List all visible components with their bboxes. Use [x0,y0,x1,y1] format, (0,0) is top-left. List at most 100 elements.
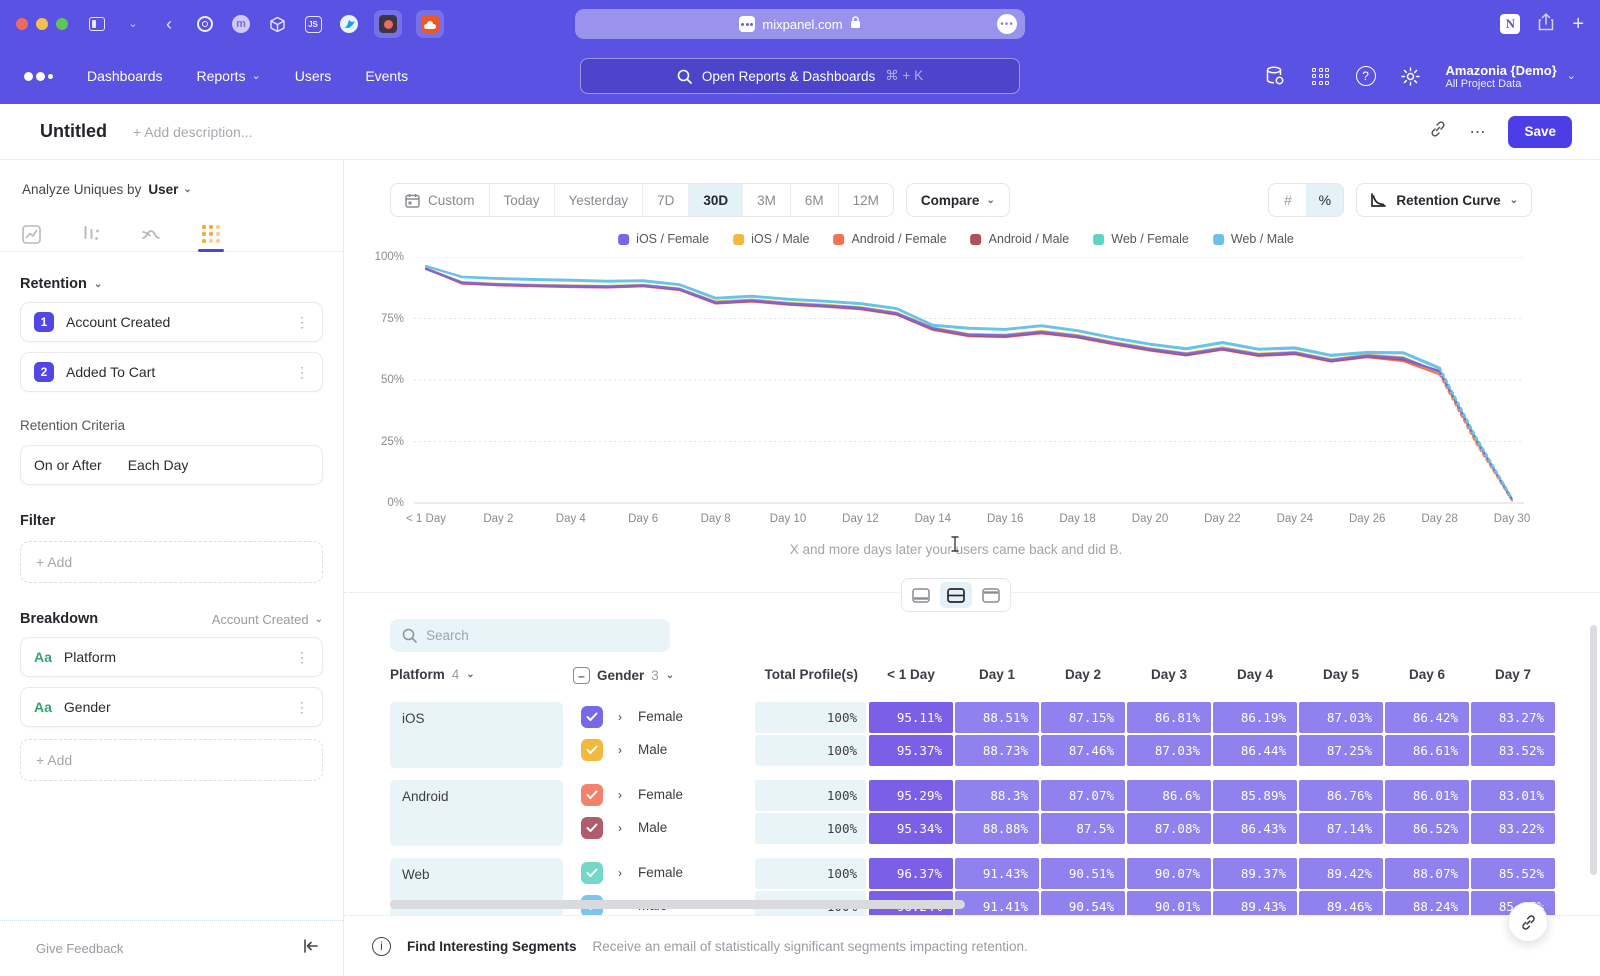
day-column-header[interactable]: < 1 Day [887,667,935,682]
cube-extension-icon[interactable] [266,13,288,35]
address-bar[interactable]: mixpanel.com ••• [575,9,1025,39]
retention-value-cell[interactable]: 86.43% [1213,813,1297,844]
kebab-menu-icon[interactable]: ⋮ [295,314,309,331]
retention-value-cell[interactable]: 95.34% [869,813,953,844]
retention-criteria-card[interactable]: On or After Each Day [20,445,323,485]
series-line-android-female[interactable] [426,269,1440,375]
series-checkbox-ios-female[interactable] [581,706,603,728]
range-today[interactable]: Today [490,184,555,216]
minimize-window-button[interactable] [36,18,48,30]
chevron-down-icon[interactable]: ⌄ [122,13,144,35]
apps-grid-icon[interactable] [1310,65,1332,87]
breakdown-card-gender[interactable]: AaGender⋮ [20,687,323,727]
retention-value-cell[interactable]: 83.52% [1471,735,1555,766]
retention-value-cell[interactable]: 88.73% [955,735,1039,766]
legend-item[interactable]: Android / Female [833,232,946,246]
sidebar-toggle-icon[interactable] [86,13,108,35]
nav-item-dashboards[interactable]: Dashboards [87,68,163,84]
kebab-menu-icon[interactable]: ⋮ [295,364,309,381]
retention-value-cell[interactable]: 86.61% [1385,735,1469,766]
horizontal-scrollbar[interactable] [390,900,965,909]
day-column-header[interactable]: Day 5 [1323,667,1359,682]
retention-value-cell[interactable]: 90.07% [1127,858,1211,889]
retention-value-cell[interactable]: 89.46% [1299,891,1383,915]
data-management-icon[interactable] [1264,65,1286,87]
range-3m[interactable]: 3M [743,184,791,216]
range-6m[interactable]: 6M [791,184,839,216]
retention-value-cell[interactable]: 86.01% [1385,780,1469,811]
legend-item[interactable]: Web / Female [1093,232,1189,246]
vertical-scrollbar[interactable] [1590,625,1597,875]
retention-value-cell[interactable]: 87.46% [1041,735,1125,766]
recorder-extension-icon[interactable] [374,10,402,38]
retention-value-cell[interactable]: 88.07% [1385,858,1469,889]
series-line-web-male[interactable] [1440,368,1512,498]
retention-value-cell[interactable]: 86.52% [1385,813,1469,844]
day-column-header[interactable]: Day 2 [1065,667,1101,682]
expand-chevron-icon[interactable]: › [618,743,622,757]
report-title[interactable]: Untitled [40,121,107,142]
tab-funnels[interactable] [74,217,108,251]
retention-value-cell[interactable]: 95.11% [869,702,953,733]
legend-item[interactable]: iOS / Male [733,232,809,246]
table-search-input[interactable]: Search [390,619,670,652]
gender-column-header[interactable]: – Gender 3 ⌄ [573,667,674,684]
retention-value-cell[interactable]: 88.51% [955,702,1039,733]
close-window-button[interactable] [16,18,28,30]
retention-value-cell[interactable]: 87.25% [1299,735,1383,766]
retention-value-cell[interactable]: 91.43% [955,858,1039,889]
copy-link-icon[interactable] [1429,120,1447,143]
retention-value-cell[interactable]: 87.03% [1299,702,1383,733]
percent-toggle-button[interactable]: % [1306,184,1343,216]
retention-value-cell[interactable]: 87.15% [1041,702,1125,733]
day-column-header[interactable]: Day 4 [1237,667,1273,682]
window-controls[interactable] [16,18,68,30]
legend-item[interactable]: iOS / Female [618,232,709,246]
tab-insights[interactable] [14,217,48,251]
new-tab-icon[interactable]: + [1572,13,1584,36]
add-filter-button[interactable]: + Add [20,541,323,583]
retention-value-cell[interactable]: 87.07% [1041,780,1125,811]
retention-value-cell[interactable]: 89.42% [1299,858,1383,889]
expand-chevron-icon[interactable]: › [618,788,622,802]
day-column-header[interactable]: Day 6 [1409,667,1445,682]
collapse-sidebar-icon[interactable] [303,939,319,958]
retention-value-cell[interactable]: 86.44% [1213,735,1297,766]
retention-value-cell[interactable]: 90.54% [1041,891,1125,915]
retention-step-card[interactable]: 1Account Created⋮ [20,302,323,342]
expand-chevron-icon[interactable]: › [618,710,622,724]
range-12m[interactable]: 12M [839,184,893,216]
share-icon[interactable] [1538,13,1554,36]
expand-chevron-icon[interactable]: › [618,821,622,835]
m-avatar-extension-icon[interactable]: m [230,13,252,35]
retention-value-cell[interactable]: 87.14% [1299,813,1383,844]
series-line-android-male[interactable] [426,269,1440,372]
layout-split-button[interactable] [940,582,972,608]
more-options-icon[interactable]: ⋯ [1469,122,1486,142]
soundcloud-extension-icon[interactable] [416,10,444,38]
help-icon[interactable]: ? [1356,66,1376,86]
share-link-fab[interactable] [1508,902,1548,942]
global-search-input[interactable]: Open Reports & Dashboards ⌘ + K [580,58,1020,94]
retention-value-cell[interactable]: 86.6% [1127,780,1211,811]
nav-item-users[interactable]: Users [295,68,332,84]
back-icon[interactable]: ‹ [158,13,180,35]
day-column-header[interactable]: Day 7 [1495,667,1531,682]
series-line-ios-male[interactable] [426,268,1440,372]
retention-value-cell[interactable]: 88.88% [955,813,1039,844]
layout-table-only-button[interactable] [975,582,1007,608]
tab-retention[interactable] [194,217,228,251]
legend-item[interactable]: Web / Male [1213,232,1294,246]
page-menu-icon[interactable]: ••• [997,14,1017,34]
analyze-entity-selector[interactable]: User ⌄ [148,182,191,197]
mixpanel-logo[interactable] [24,72,53,81]
kebab-menu-icon[interactable]: ⋮ [295,649,309,666]
breakdown-card-platform[interactable]: AaPlatform⋮ [20,637,323,677]
settings-gear-icon[interactable] [1400,65,1422,87]
retention-value-cell[interactable]: 88.24% [1385,891,1469,915]
layout-chart-only-button[interactable] [905,582,937,608]
retention-value-cell[interactable]: 87.5% [1041,813,1125,844]
retention-value-cell[interactable]: 86.81% [1127,702,1211,733]
breakdown-event-selector[interactable]: Account Created ⌄ [212,612,323,627]
total-profiles-column-header[interactable]: Total Profile(s) [755,667,858,682]
